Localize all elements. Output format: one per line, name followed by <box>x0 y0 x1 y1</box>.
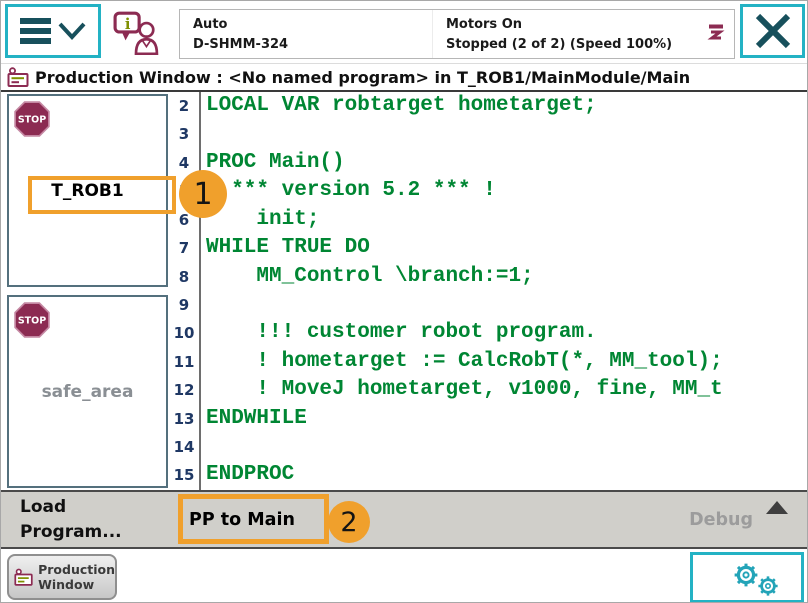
code-line: ENDWHILE <box>201 405 808 433</box>
annotation-badge-2: 2 <box>328 501 370 543</box>
line-number: 9 <box>169 291 199 319</box>
quickset-status-panel[interactable]: Auto D-SHMM-324 Motors On Stopped (2 of … <box>179 9 735 59</box>
code-line: PROC Main() <box>201 149 808 177</box>
flexpendant-window: i Auto D-SHMM-324 Motors On Stopped (2 o… <box>0 0 808 603</box>
line-number: 15 <box>169 461 199 489</box>
top-status-bar: i Auto D-SHMM-324 Motors On Stopped (2 o… <box>1 1 808 63</box>
gear-icon <box>757 575 779 597</box>
operator-speech-bubble-icon: i <box>113 11 159 55</box>
code-line: ! hometarget := CalcRobT(*, MM_tool); <box>201 348 808 376</box>
annotation-highlight-2 <box>178 494 329 544</box>
code-line: init; <box>201 206 808 234</box>
rapid-code-view[interactable]: LOCAL VAR robtarget hometarget; PROC Mai… <box>201 92 808 490</box>
gear-icon <box>733 562 759 588</box>
scroll-up-icon[interactable] <box>766 501 788 514</box>
code-line <box>201 433 808 461</box>
program-pointer-flag-icon <box>698 10 734 58</box>
line-number: 7 <box>169 234 199 262</box>
code-line <box>201 120 808 148</box>
close-button[interactable] <box>740 4 805 58</box>
code-line: MM_Control \branch:=1; <box>201 263 808 291</box>
debug-button[interactable]: Debug <box>689 492 753 547</box>
taskbar: Production Window <box>1 547 808 603</box>
stop-icon: STOP <box>13 100 51 138</box>
line-number: 8 <box>169 263 199 291</box>
code-line: ENDPROC <box>201 461 808 489</box>
main-menu-button[interactable] <box>5 4 101 58</box>
task-name: safe_area <box>42 382 134 402</box>
stop-label: STOP <box>18 316 46 327</box>
operator-message-button[interactable]: i <box>107 7 165 59</box>
controller-name: D-SHMM-324 <box>193 35 432 55</box>
code-line: ! *** version 5.2 *** ! <box>201 177 808 205</box>
hamburger-icon <box>20 18 51 44</box>
code-line: ! MoveJ hometarget, v1000, fine, MM_t <box>201 376 808 404</box>
bottom-menu-bar: Load Program... PP to Main 2 Debug <box>1 490 808 547</box>
line-number: 13 <box>169 405 199 433</box>
mode-status: Auto D-SHMM-324 <box>180 10 432 58</box>
code-line: WHILE TRUE DO <box>201 234 808 262</box>
quickset-settings-button[interactable] <box>690 552 804 603</box>
production-window-icon <box>7 67 29 88</box>
line-number: 3 <box>169 120 199 148</box>
svg-text:i: i <box>125 16 131 33</box>
load-program-button[interactable]: Load Program... <box>20 495 122 545</box>
page-title: Production Window : <No named program> i… <box>35 68 690 87</box>
operating-mode: Auto <box>193 15 432 35</box>
motors-state: Motors On <box>446 15 698 35</box>
annotation-highlight-1 <box>28 176 176 214</box>
line-number: 2 <box>169 92 199 120</box>
motor-status: Motors On Stopped (2 of 2) (Speed 100%) <box>432 10 698 58</box>
close-icon <box>753 11 793 51</box>
production-window-icon <box>14 567 33 588</box>
line-number: 11 <box>169 348 199 376</box>
production-window-task-button[interactable]: Production Window <box>7 554 117 600</box>
execution-state: Stopped (2 of 2) (Speed 100%) <box>446 35 698 55</box>
stop-label: STOP <box>18 115 46 126</box>
code-line: LOCAL VAR robtarget hometarget; <box>201 92 808 120</box>
line-number-gutter: 2 3 4 5 6 7 8 9 10 11 12 13 14 15 <box>169 92 199 490</box>
chevron-down-icon <box>58 22 86 40</box>
window-title-bar: Production Window : <No named program> i… <box>1 63 808 92</box>
task-panel-safe-area[interactable]: STOP safe_area <box>7 295 168 488</box>
code-line: !!! customer robot program. <box>201 319 808 347</box>
stop-icon: STOP <box>13 301 51 339</box>
line-number: 12 <box>169 376 199 404</box>
code-line <box>201 291 808 319</box>
line-number: 10 <box>169 319 199 347</box>
line-number: 14 <box>169 433 199 461</box>
main-area: STOP T_ROB1 STOP safe_area 2 3 4 5 6 7 8… <box>1 92 808 490</box>
production-window-task-label: Production Window <box>38 562 115 592</box>
annotation-badge-1: 1 <box>179 170 227 218</box>
